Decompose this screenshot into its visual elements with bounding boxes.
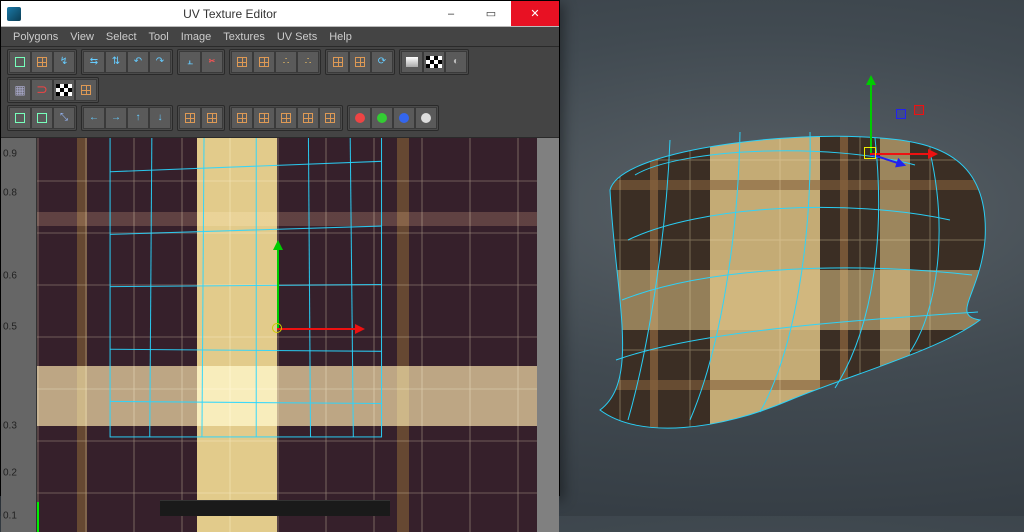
ruler-vertical: 0.9 0.8 0.6 0.5 0.3 0.2 0.1 — [1, 138, 37, 532]
timeline-bar[interactable] — [160, 500, 390, 516]
menu-select[interactable]: Select — [102, 31, 141, 43]
flip-u-icon[interactable]: ⇆ — [83, 51, 105, 73]
px-snap-icon[interactable] — [349, 51, 371, 73]
uv-smooth-icon[interactable]: ↯ — [53, 51, 75, 73]
channel-a-icon[interactable] — [415, 107, 437, 129]
uv-canvas-area: 0.9 0.8 0.6 0.5 0.3 0.2 0.1 — [1, 138, 559, 532]
calendar-icon[interactable]: ▦ — [9, 79, 31, 101]
layout-icon[interactable] — [275, 51, 297, 73]
grid-d-icon[interactable] — [297, 107, 319, 129]
channel-b-icon[interactable] — [393, 107, 415, 129]
ruler-tick: 0.9 — [3, 148, 17, 159]
menu-uvsets[interactable]: UV Sets — [273, 31, 321, 43]
copy-uv-icon[interactable] — [179, 107, 201, 129]
textured-mesh — [580, 120, 1000, 450]
menu-textures[interactable]: Textures — [219, 31, 269, 43]
rotate-cw-icon[interactable]: ↷ — [149, 51, 171, 73]
minimize-button[interactable]: – — [431, 1, 471, 26]
grid-a-icon[interactable] — [231, 107, 253, 129]
maximize-button[interactable]: ▭ — [471, 1, 511, 26]
grid-b-icon[interactable] — [253, 107, 275, 129]
dim-image-icon[interactable]: ◐ — [445, 51, 467, 73]
menu-image[interactable]: Image — [177, 31, 216, 43]
cycle-icon[interactable]: ⟳ — [371, 51, 393, 73]
menu-help[interactable]: Help — [325, 31, 356, 43]
snap-grid-icon[interactable] — [75, 79, 97, 101]
shell-select-icon[interactable] — [9, 107, 31, 129]
pivot-icon[interactable] — [272, 323, 282, 333]
align-v-icon[interactable] — [253, 51, 275, 73]
cut-uv-icon[interactable]: ✂ — [201, 51, 223, 73]
ruler-tick: 0.3 — [3, 420, 17, 431]
uv-smudge-icon[interactable] — [31, 51, 53, 73]
expand-select-icon[interactable]: ⤡ — [53, 107, 75, 129]
toolbar: ↯ ⇆ ⇅ ↶ ↷ ⫠ ✂ ⟳ — [1, 47, 559, 138]
close-button[interactable]: ✕ — [511, 1, 559, 26]
menubar: Polygons View Select Tool Image Textures… — [1, 27, 559, 47]
nudge-up-icon[interactable]: ↑ — [127, 107, 149, 129]
pivot-3d-icon[interactable] — [864, 147, 876, 159]
grid-e-icon[interactable] — [319, 107, 341, 129]
uv-canvas[interactable] — [37, 138, 559, 532]
nudge-down-icon[interactable]: ↓ — [149, 107, 171, 129]
ruler-tick: 0.1 — [3, 511, 17, 522]
window-title: UV Texture Editor — [29, 7, 431, 21]
image-display-icon[interactable] — [401, 51, 423, 73]
grid-snap-icon[interactable] — [327, 51, 349, 73]
titlebar[interactable]: UV Texture Editor – ▭ ✕ — [1, 1, 559, 27]
snap-px-icon[interactable] — [53, 79, 75, 101]
menu-polygons[interactable]: Polygons — [9, 31, 62, 43]
rotate-ccw-icon[interactable]: ↶ — [127, 51, 149, 73]
uv-texture-editor-window: UV Texture Editor – ▭ ✕ Polygons View Se… — [0, 0, 560, 496]
paste-uv-icon[interactable] — [201, 107, 223, 129]
channel-g-icon[interactable] — [371, 107, 393, 129]
axis-v-icon[interactable] — [277, 248, 279, 328]
axis-u-icon[interactable] — [277, 328, 357, 330]
plane-yz-icon[interactable] — [896, 109, 906, 119]
channel-r-icon[interactable] — [349, 107, 371, 129]
maya-icon — [7, 7, 21, 21]
grid-origin-edge — [37, 502, 39, 532]
magnet-icon[interactable]: ⊃ — [31, 79, 53, 101]
checker-icon[interactable] — [423, 51, 445, 73]
ruler-tick: 0.6 — [3, 270, 17, 281]
border-select-icon[interactable] — [31, 107, 53, 129]
align-u-icon[interactable] — [231, 51, 253, 73]
menu-view[interactable]: View — [66, 31, 98, 43]
axis-y-icon[interactable] — [870, 83, 872, 153]
ruler-tick: 0.5 — [3, 322, 17, 333]
menu-tool[interactable]: Tool — [145, 31, 173, 43]
sew-uv-icon[interactable]: ⫠ — [179, 51, 201, 73]
flip-v-icon[interactable]: ⇅ — [105, 51, 127, 73]
nudge-left-icon[interactable]: ← — [83, 107, 105, 129]
grid-c-icon[interactable] — [275, 107, 297, 129]
perspective-viewport[interactable] — [560, 0, 1024, 516]
uv-lattice-icon[interactable] — [9, 51, 31, 73]
axis-x-icon[interactable] — [870, 153, 930, 155]
texture-image — [37, 138, 537, 532]
nudge-right-icon[interactable]: → — [105, 107, 127, 129]
ruler-tick: 0.8 — [3, 188, 17, 199]
unfold-icon[interactable] — [297, 51, 319, 73]
ruler-tick: 0.2 — [3, 467, 17, 478]
plane-xy-icon[interactable] — [914, 105, 924, 115]
